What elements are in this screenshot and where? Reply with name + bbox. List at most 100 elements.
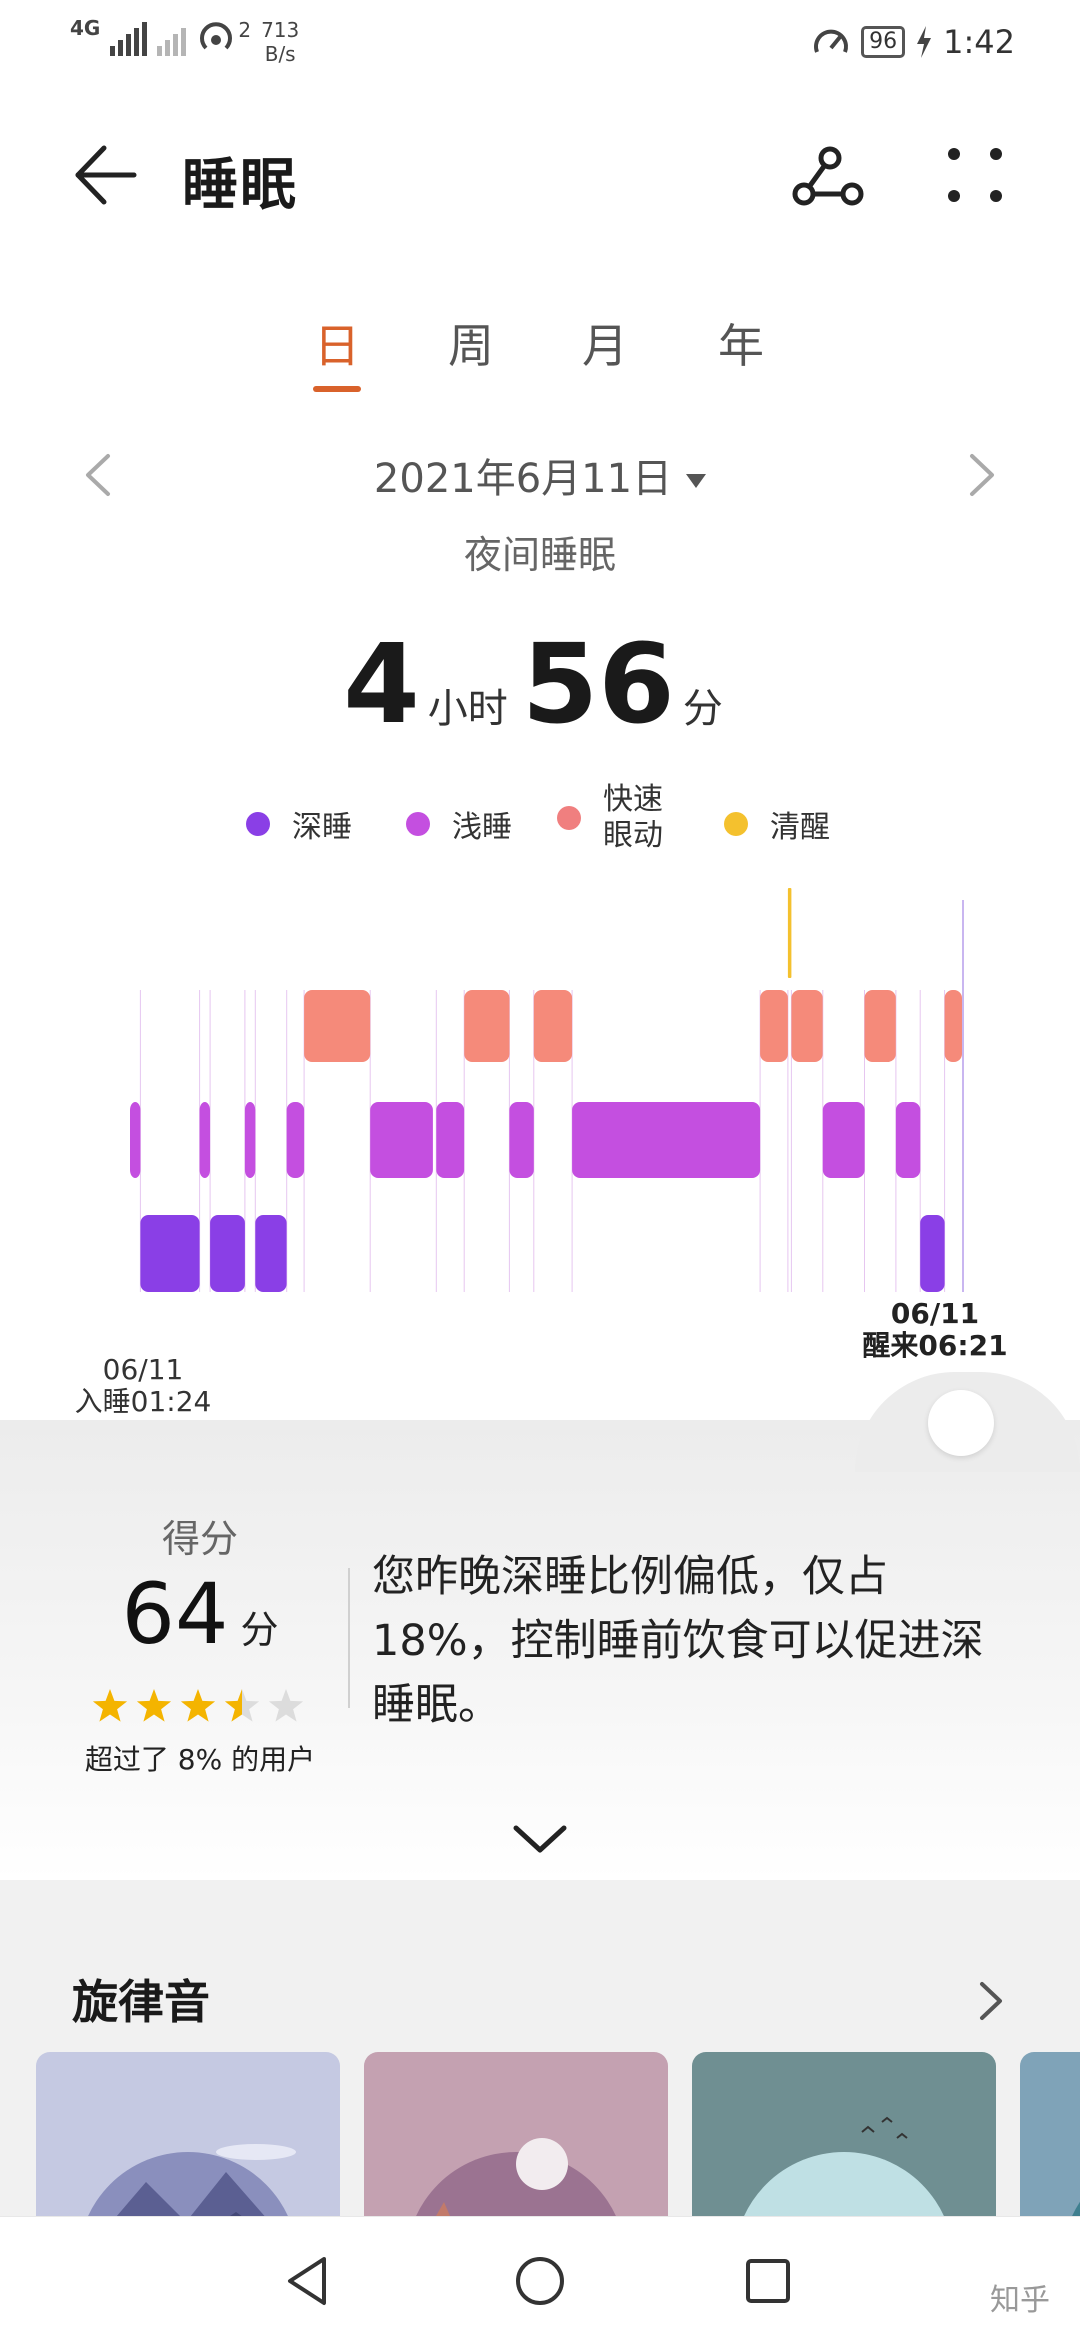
network-speed: 713 B/s xyxy=(261,18,299,66)
sleep-segment-deep xyxy=(920,1215,945,1292)
tab-year[interactable]: 年 xyxy=(701,310,781,376)
melody-section: 旋律音 xyxy=(0,1906,1080,2216)
tab-indicator xyxy=(313,386,361,392)
page-title: 睡眠 xyxy=(182,153,298,218)
status-left: 4G 2 713 B/s xyxy=(70,18,299,66)
duration-hours-unit: 小时 xyxy=(427,686,508,732)
battery-level: 96 xyxy=(861,26,906,58)
sleep-segment-light xyxy=(509,1102,534,1178)
legend-item-deep: 深睡 xyxy=(246,802,352,846)
star-icon xyxy=(92,1689,128,1722)
legend-label: 浅睡 xyxy=(452,810,512,845)
birds-illustration xyxy=(744,2116,944,2216)
app-header: 睡眠 xyxy=(0,110,1080,240)
sleep-type-label: 夜间睡眠 xyxy=(463,533,616,577)
chevron-right-icon[interactable] xyxy=(962,450,1002,500)
wake-time-label: 06/11 醒来06:21 xyxy=(862,1297,1008,1362)
legend-label: 快速 眼动 xyxy=(603,782,663,853)
tab-day[interactable]: 日 xyxy=(297,310,377,376)
percentile-text: 超过了 8% 的用户 xyxy=(84,1743,316,1776)
mountain-illustration xyxy=(88,2144,296,2216)
star-rating xyxy=(92,1689,304,1722)
legend-label: 清醒 xyxy=(770,810,830,845)
period-tabs: 日 周 月 年 xyxy=(0,310,1080,392)
nav-home-icon[interactable] xyxy=(510,2251,570,2311)
legend-item-rem: 快速 眼动 xyxy=(557,782,663,854)
status-bar: 4G 2 713 B/s 96 1:42 xyxy=(0,0,1080,86)
sleep-segment-deep xyxy=(210,1215,245,1292)
more-icon[interactable] xyxy=(940,140,1010,210)
score-label: 得分 xyxy=(161,1517,238,1561)
sleep-start-label: 06/11 入睡01:24 xyxy=(74,1353,212,1418)
section-separator xyxy=(0,1880,1080,1906)
nav-recents-icon[interactable] xyxy=(738,2251,798,2311)
chevron-right-icon[interactable] xyxy=(976,1978,1006,2024)
chevron-down-icon[interactable] xyxy=(510,1818,570,1858)
legend-label: 深睡 xyxy=(292,810,352,845)
sleep-segment-light xyxy=(895,1102,921,1178)
music-card-birds[interactable] xyxy=(692,2052,996,2216)
back-arrow-icon[interactable] xyxy=(70,140,140,210)
music-card-mountain[interactable] xyxy=(36,2052,340,2216)
music-card-ocean[interactable] xyxy=(1020,2052,1080,2216)
sleep-duration: 4 小时 56 分 xyxy=(0,620,1080,748)
share-icon[interactable] xyxy=(790,138,866,214)
duration-hours: 4 xyxy=(343,620,420,748)
sleep-segment-rem xyxy=(304,990,371,1062)
legend-item-light: 浅睡 xyxy=(406,802,512,846)
sleep-segment-awake xyxy=(787,888,792,978)
clock: 1:42 xyxy=(943,23,1015,61)
sleep-segment-light xyxy=(199,1102,210,1178)
date-navigator: 2021年6月11日 xyxy=(0,440,1080,510)
sleep-segment-rem xyxy=(760,990,788,1062)
duration-minutes-unit: 分 xyxy=(682,686,723,732)
score-unit: 分 xyxy=(240,1608,279,1652)
sleep-segment-light xyxy=(286,1102,305,1178)
sleep-segment-rem xyxy=(533,990,573,1062)
sleep-segment-rem xyxy=(791,990,823,1062)
system-nav-bar: 知乎 xyxy=(0,2216,1080,2340)
music-card-moon[interactable] xyxy=(364,2052,668,2216)
sleep-segment-deep xyxy=(140,1215,200,1292)
legend-dot xyxy=(557,806,581,830)
star-icon xyxy=(180,1689,216,1722)
score-value: 64 分 xyxy=(0,1565,400,1663)
date-label: 2021年6月11日 xyxy=(373,456,673,502)
moon-illustration xyxy=(416,2138,616,2216)
chart-scrubber-knob[interactable] xyxy=(928,1390,994,1456)
watermark: 知乎 xyxy=(990,2283,1050,2318)
sleep-segment-rem xyxy=(944,990,962,1062)
speed-value: 713 xyxy=(261,18,300,42)
speedometer-icon xyxy=(814,29,849,53)
score-number: 64 xyxy=(121,1565,229,1663)
section-title: 旋律音 xyxy=(72,1975,210,2029)
sleep-segment-light xyxy=(572,1102,761,1178)
legend-dot xyxy=(246,812,270,836)
hotspot-icon xyxy=(200,22,233,50)
status-right: 96 1:42 xyxy=(811,22,1015,62)
tab-week[interactable]: 周 xyxy=(431,310,511,376)
signal-2-icon xyxy=(157,18,187,56)
tab-month[interactable]: 月 xyxy=(565,310,645,376)
dropdown-caret-icon xyxy=(686,474,707,488)
sleep-segment-light xyxy=(822,1102,865,1178)
ocean-illustration xyxy=(1072,2201,1080,2216)
legend-dot xyxy=(724,812,748,836)
duration-minutes: 56 xyxy=(521,620,675,748)
sleep-chart: 06/11 醒来06:21 06/11 入睡01:24 xyxy=(0,870,1080,1430)
nav-back-icon[interactable] xyxy=(278,2251,338,2311)
charging-icon xyxy=(917,26,932,58)
legend-dot xyxy=(406,812,430,836)
legend-item-awake: 清醒 xyxy=(724,802,830,846)
sleep-advice: 您昨晚深睡比例偏低，仅占18%，控制睡前饮食可以促进深睡眠。 xyxy=(372,1552,984,1730)
sleep-segment-light xyxy=(130,1102,141,1178)
network-type: 4G xyxy=(70,16,101,40)
speed-unit: B/s xyxy=(264,42,296,66)
sleep-segment-deep xyxy=(255,1215,287,1292)
date-selector[interactable]: 2021年6月11日 xyxy=(0,446,1080,504)
star-icon xyxy=(136,1689,172,1722)
hotspot-count: 2 xyxy=(238,18,252,42)
sleep-segment-light xyxy=(244,1102,256,1178)
signal-icon xyxy=(110,18,148,56)
sleep-segment-rem xyxy=(864,990,896,1062)
